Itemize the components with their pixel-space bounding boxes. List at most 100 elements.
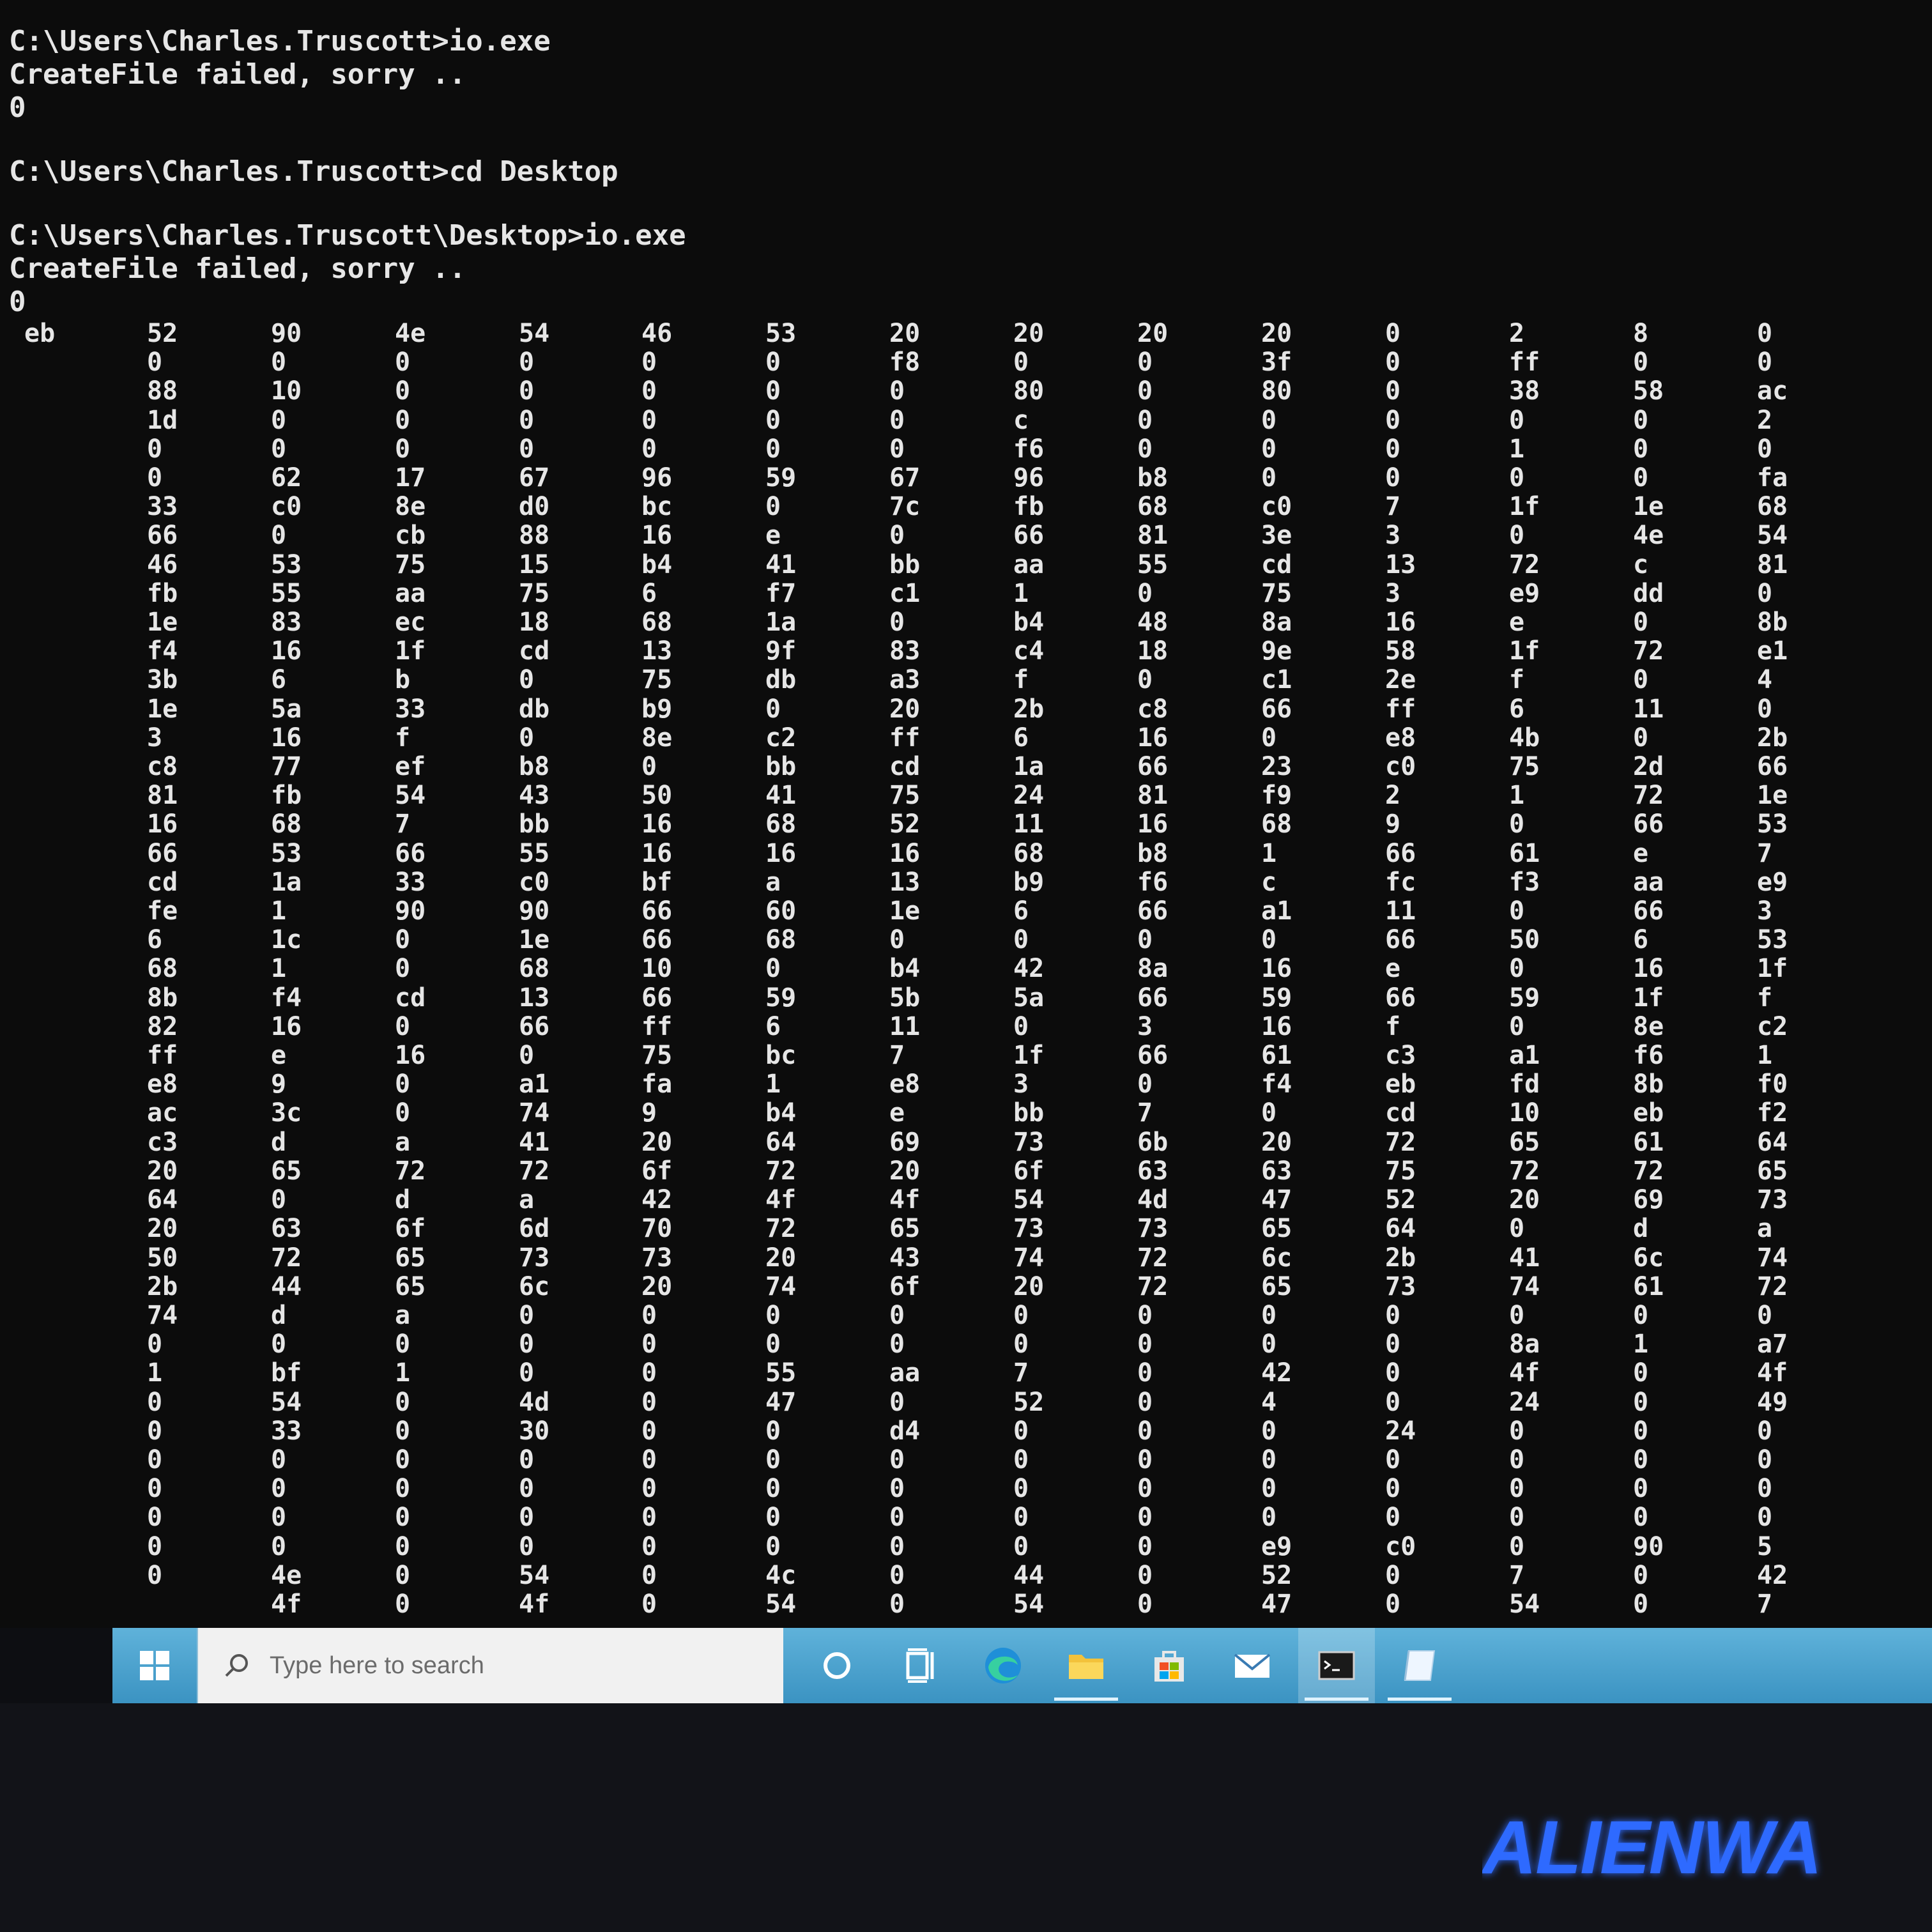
hex-value: 0 <box>765 954 781 984</box>
hex-value: 4b <box>1509 723 1540 753</box>
hex-value: 65 <box>889 1214 921 1244</box>
hex-value: 6c <box>519 1271 550 1301</box>
hex-value: 0 <box>1137 434 1153 464</box>
hex-value: 73 <box>1757 1185 1788 1215</box>
hex-column: 20 0 80 c f6 96 fb 66 aa 1 b4 c4 f 2b 6 1a 24 11 68 b9 6 0 42 5… <box>1013 319 1090 1619</box>
start-button[interactable] <box>112 1628 197 1703</box>
hex-value: c2 <box>765 723 797 753</box>
hex-value: f0 <box>1757 1070 1788 1100</box>
command-prompt-window[interactable]: C:\Users\Charles.Truscott>io.exe CreateF… <box>0 0 1932 1628</box>
hex-value: a <box>519 1185 535 1215</box>
hex-value: d <box>395 1185 411 1215</box>
hex-value: 7 <box>1013 1358 1029 1388</box>
hex-value: 0 <box>1509 896 1525 926</box>
taskbar-command-prompt[interactable] <box>1298 1628 1375 1703</box>
hex-value: 72 <box>1633 781 1664 811</box>
hex-value: 20 <box>1509 1185 1540 1215</box>
hex-value: 96 <box>1013 463 1045 493</box>
hex-value: 4f <box>889 1185 921 1215</box>
hex-value: 0 <box>519 1503 535 1533</box>
hex-value: 6c <box>1633 1243 1664 1273</box>
hex-value: 68 <box>641 608 673 638</box>
taskbar-edge[interactable] <box>965 1628 1041 1703</box>
hex-value: 0 <box>1509 1445 1525 1475</box>
taskbar-mail[interactable] <box>1214 1628 1291 1703</box>
hex-value: 0 <box>641 1416 657 1446</box>
hex-value: 65 <box>1261 1271 1292 1301</box>
hex-value: 60 <box>765 896 797 926</box>
hex-value: 0 <box>765 492 781 522</box>
task-view-button[interactable] <box>882 1628 958 1703</box>
hex-value: e1 <box>1757 636 1788 666</box>
hex-value: 0 <box>395 348 411 378</box>
hex-value: 0 <box>1509 1416 1525 1446</box>
hex-value: c4 <box>1013 636 1045 666</box>
edge-icon <box>985 1648 1021 1683</box>
hex-value: 4c <box>765 1560 797 1590</box>
hex-value: 4d <box>519 1387 550 1417</box>
hex-value: 72 <box>1385 1127 1416 1157</box>
hex-value: 0 <box>1385 463 1401 493</box>
hex-value: 82 <box>147 1011 178 1041</box>
hex-value: 16 <box>1137 809 1169 839</box>
hex-value: fb <box>1013 492 1045 522</box>
hex-value: 74 <box>519 1098 550 1128</box>
hex-value: 0 <box>519 1330 535 1360</box>
hex-value: f4 <box>1261 1070 1292 1100</box>
hex-value: 74 <box>1757 1243 1788 1273</box>
hex-value: 20 <box>641 1127 673 1157</box>
hex-value: bb <box>519 809 550 839</box>
hex-value: bb <box>765 752 797 782</box>
hex-value: 0 <box>1137 1358 1153 1388</box>
search-input[interactable] <box>268 1651 756 1680</box>
hex-value: 8a <box>1509 1330 1540 1360</box>
hex-value: 66 <box>147 838 178 868</box>
hex-value: 18 <box>519 608 550 638</box>
hex-value: 0 <box>889 1503 905 1533</box>
hex-value: 0 <box>1013 925 1029 955</box>
taskbar-search-box[interactable] <box>197 1628 783 1703</box>
hex-value: 73 <box>1137 1214 1169 1244</box>
cortana-button[interactable] <box>799 1628 875 1703</box>
taskbar-store[interactable] <box>1131 1628 1208 1703</box>
hex-column: 52 0 88 1d 0 0 33 66 46 fb 1e f4 3b 1e 3 c8 81 16 66 cd fe 6 6… <box>147 319 224 1590</box>
hex-value: 33 <box>395 867 426 897</box>
hex-value: 0 <box>1137 1503 1153 1533</box>
hex-value: 20 <box>889 319 921 348</box>
task-view-icon <box>906 1648 934 1683</box>
hex-value: c0 <box>519 867 550 897</box>
hex-value: 0 <box>1509 809 1525 839</box>
hex-value: 0 <box>1385 1589 1401 1619</box>
hex-value: d <box>271 1300 287 1330</box>
hex-value: 1f <box>395 636 426 666</box>
mail-icon <box>1234 1653 1271 1678</box>
hex-value: 0 <box>395 954 411 984</box>
hex-value: 53 <box>271 838 302 868</box>
hex-value: 7 <box>1757 838 1773 868</box>
hex-value: 2b <box>1757 723 1788 753</box>
hex-value: 42 <box>1261 1358 1292 1388</box>
hex-value: 3e <box>1261 521 1292 551</box>
hex-value: 6 <box>641 578 657 608</box>
hex-value: 65 <box>1261 1214 1292 1244</box>
hex-value: 0 <box>1137 925 1153 955</box>
hex-value: 24 <box>1385 1416 1416 1446</box>
hex-value: ac <box>1757 376 1788 406</box>
hex-value: f7 <box>765 578 797 608</box>
hex-value: 74 <box>1509 1271 1540 1301</box>
hex-value: 0 <box>1137 1589 1153 1619</box>
hex-value: 0 <box>1509 1531 1525 1561</box>
hex-value: 0 <box>1509 1474 1525 1504</box>
hex-value: 0 <box>1385 1330 1401 1360</box>
hex-value: 16 <box>271 723 302 753</box>
store-icon <box>1154 1651 1184 1682</box>
hex-value: 9e <box>1261 636 1292 666</box>
hex-value: 62 <box>271 463 302 493</box>
hex-value: 1 <box>1633 1330 1649 1360</box>
hex-column: 0 0 ac 2 0 fa 68 54 81 0 8b e1 4 0 2b 66 1e 53 7 e9 3 53 1f f c2… <box>1757 319 1834 1619</box>
hex-value: 67 <box>889 463 921 493</box>
taskbar-file-explorer[interactable] <box>1048 1628 1124 1703</box>
taskbar-notes[interactable] <box>1381 1628 1458 1703</box>
hex-value: 0 <box>765 348 781 378</box>
hex-value: f <box>395 723 411 753</box>
